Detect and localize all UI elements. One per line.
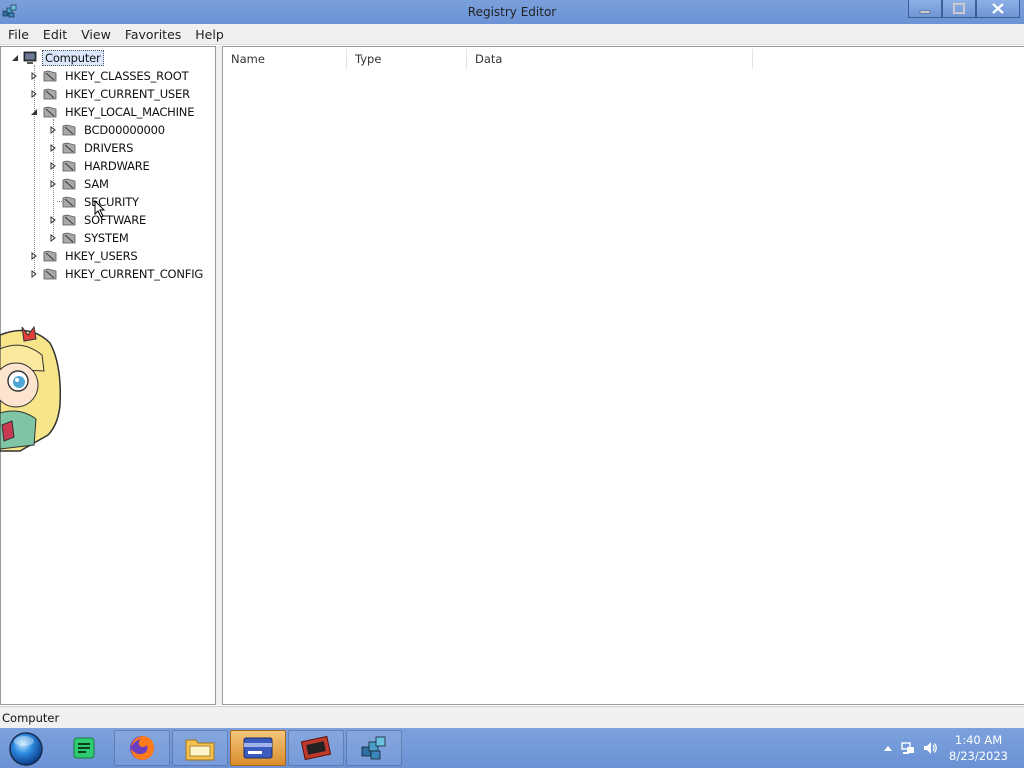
clock-date: 8/23/2023 [949, 749, 1008, 763]
menu-favorites[interactable]: Favorites [117, 24, 187, 44]
tree-label-subkey: HARDWARE [84, 159, 150, 173]
expand-arrow-icon[interactable] [29, 269, 39, 279]
values-list[interactable]: Name Type Data [222, 46, 1024, 705]
folder-icon [62, 232, 76, 244]
tree-label-hkey: HKEY_CURRENT_CONFIG [65, 267, 204, 281]
taskbar-clock[interactable]: 1:40 AM 8/23/2023 [949, 732, 1008, 764]
taskbar-file-explorer[interactable] [172, 730, 228, 766]
status-path: Computer [2, 711, 60, 725]
tree-label-subkey: BCD00000000 [84, 123, 165, 137]
desktop-mascot-sticker [0, 325, 62, 452]
folder-icon [43, 268, 57, 280]
minimize-button[interactable] [908, 0, 942, 18]
column-header-data[interactable]: Data [467, 49, 753, 69]
expand-arrow-icon[interactable] [29, 251, 39, 261]
volume-icon[interactable] [922, 740, 938, 756]
expand-arrow-icon[interactable] [48, 143, 58, 153]
menu-help[interactable]: Help [187, 24, 230, 44]
tree-label-hkey: HKEY_USERS [65, 249, 138, 263]
folder-icon [43, 70, 57, 82]
tree-label-subkey: SECURITY [84, 195, 139, 209]
taskbar-registry-editor[interactable] [346, 730, 402, 766]
tree-label-hkey: HKEY_LOCAL_MACHINE [65, 105, 195, 119]
expand-arrow-icon[interactable] [29, 71, 39, 81]
column-header-type[interactable]: Type [347, 49, 467, 69]
folder-icon [62, 160, 76, 172]
tree-item-computer[interactable]: Computer [10, 49, 104, 67]
expand-arrow-icon[interactable] [48, 161, 58, 171]
tree-label-subkey: SAM [84, 177, 109, 191]
tree-item-hkey-current-config[interactable]: HKEY_CURRENT_CONFIG [29, 265, 205, 283]
collapse-arrow-icon[interactable] [29, 107, 39, 117]
menu-edit[interactable]: Edit [35, 24, 73, 44]
minimize-icon [919, 10, 931, 13]
tree-label-subkey: DRIVERS [84, 141, 134, 155]
expand-arrow-icon[interactable] [48, 215, 58, 225]
maximize-button[interactable] [942, 0, 976, 18]
taskbar-media-app[interactable] [288, 730, 344, 766]
tree-item-hardware[interactable]: HARDWARE [48, 157, 152, 175]
tree-label-computer: Computer [42, 50, 104, 66]
taskbar-firefox[interactable] [114, 730, 170, 766]
tree-label-hkey: HKEY_CURRENT_USER [65, 87, 190, 101]
firefox-icon [130, 736, 154, 760]
folder-icon [62, 214, 76, 226]
close-button[interactable] [976, 0, 1020, 18]
tree-item-sam[interactable]: SAM [48, 175, 111, 193]
media-app-icon [300, 735, 332, 761]
tree-item-system[interactable]: SYSTEM [48, 229, 131, 247]
folder-icon [62, 196, 76, 208]
expand-arrow-icon[interactable] [48, 233, 58, 243]
computer-icon [23, 51, 37, 64]
window-title: Registry Editor [467, 5, 557, 19]
tree-item-hkey-classes-root[interactable]: HKEY_CLASSES_ROOT [29, 67, 190, 85]
tree-item-drivers[interactable]: DRIVERS [48, 139, 135, 157]
file-explorer-icon [185, 739, 215, 761]
close-icon [992, 3, 1004, 14]
network-icon[interactable] [900, 740, 916, 756]
taskbar-card-app[interactable] [230, 730, 286, 766]
menu-bar: File Edit View Favorites Help [0, 24, 1024, 45]
expand-arrow-icon[interactable] [29, 89, 39, 99]
expand-arrow-icon[interactable] [48, 125, 58, 135]
tree-item-bcd00000000[interactable]: BCD00000000 [48, 121, 167, 139]
title-bar[interactable]: Registry Editor [0, 0, 1024, 24]
system-tray: 1:40 AM 8/23/2023 [864, 728, 1024, 768]
window-controls [908, 0, 1020, 18]
expand-arrow-icon[interactable] [48, 179, 58, 189]
column-header-name[interactable]: Name [223, 49, 347, 69]
tree-item-hkey-local-machine[interactable]: HKEY_LOCAL_MACHINE [29, 103, 196, 121]
menu-file[interactable]: File [0, 24, 35, 44]
card-app-icon [243, 737, 273, 759]
start-orb-icon[interactable] [6, 730, 44, 766]
folder-icon [43, 88, 57, 100]
collapse-arrow-icon[interactable] [10, 53, 20, 63]
registry-editor-icon [361, 736, 386, 760]
restore-icon [953, 3, 965, 14]
taskbar: 1:40 AM 8/23/2023 [0, 728, 1024, 768]
tree-label-subkey: SOFTWARE [84, 213, 147, 227]
tree-item-hkey-current-user[interactable]: HKEY_CURRENT_USER [29, 85, 192, 103]
notes-app-icon [73, 737, 95, 759]
folder-icon [43, 250, 57, 262]
folder-open-icon [43, 106, 57, 118]
show-hidden-icons[interactable] [880, 740, 896, 756]
taskbar-notes-app[interactable] [56, 730, 112, 766]
clock-time: 1:40 AM [954, 733, 1003, 747]
folder-icon [62, 142, 76, 154]
tree-item-hkey-users[interactable]: HKEY_USERS [29, 247, 140, 265]
tree-label-hkey: HKEY_CLASSES_ROOT [65, 69, 189, 83]
status-bar: Computer [0, 706, 1024, 728]
mouse-cursor-icon [94, 200, 106, 218]
menu-view[interactable]: View [73, 24, 117, 44]
tree-label-subkey: SYSTEM [84, 231, 129, 245]
folder-icon [62, 124, 76, 136]
folder-icon [62, 178, 76, 190]
